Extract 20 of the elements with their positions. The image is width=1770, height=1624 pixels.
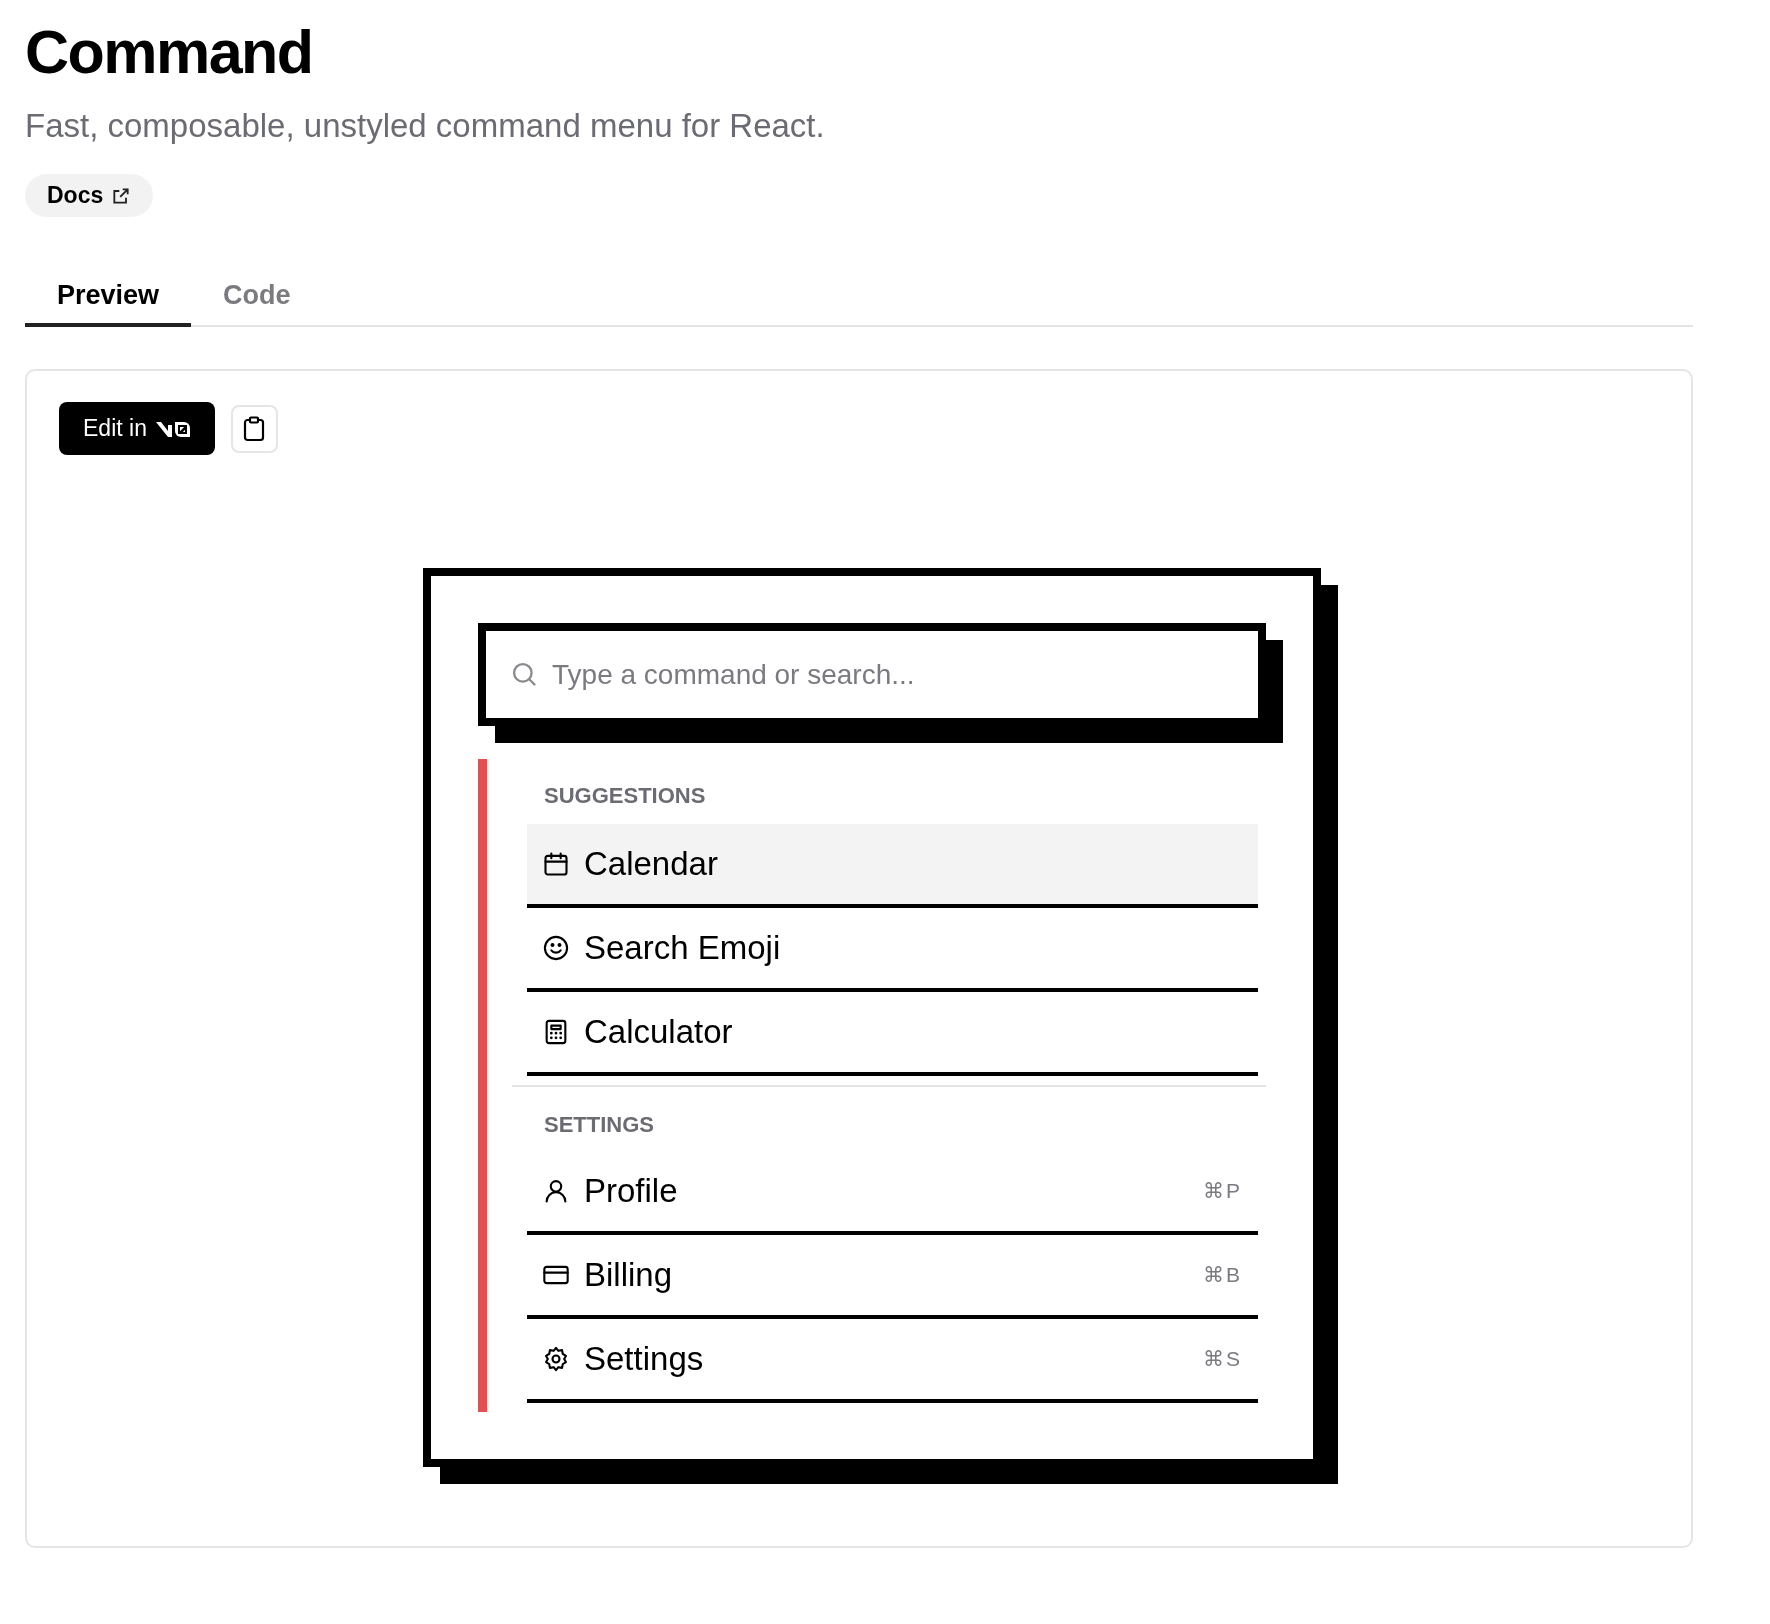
shortcut-hint: ⌘S [1203,1346,1242,1373]
page-subtitle: Fast, composable, unstyled command menu for React. [25,108,826,144]
settings-icon [542,1345,570,1373]
tab[interactable]: Code [191,267,323,327]
docs-link[interactable]: Docs [25,174,154,217]
group-heading: SETTINGS [543,1111,655,1139]
search-field[interactable]: Type a command or search... [478,623,1266,726]
edit-in-button[interactable]: Edit in [59,402,215,455]
group-heading: SUGGESTIONS [543,782,707,810]
tab[interactable]: Preview [25,267,192,327]
search-icon [510,660,538,688]
page-title: Command [25,17,314,88]
smiley-icon [542,934,570,962]
shortcut-hint: ⌘B [1203,1262,1242,1289]
clipboard-icon [242,415,267,442]
copy-button[interactable] [230,404,278,453]
shortcut-hint: ⌘P [1203,1178,1242,1205]
external-link-icon [111,185,132,206]
calendar-icon [542,850,570,878]
command-item[interactable]: Calendar [527,824,1258,908]
